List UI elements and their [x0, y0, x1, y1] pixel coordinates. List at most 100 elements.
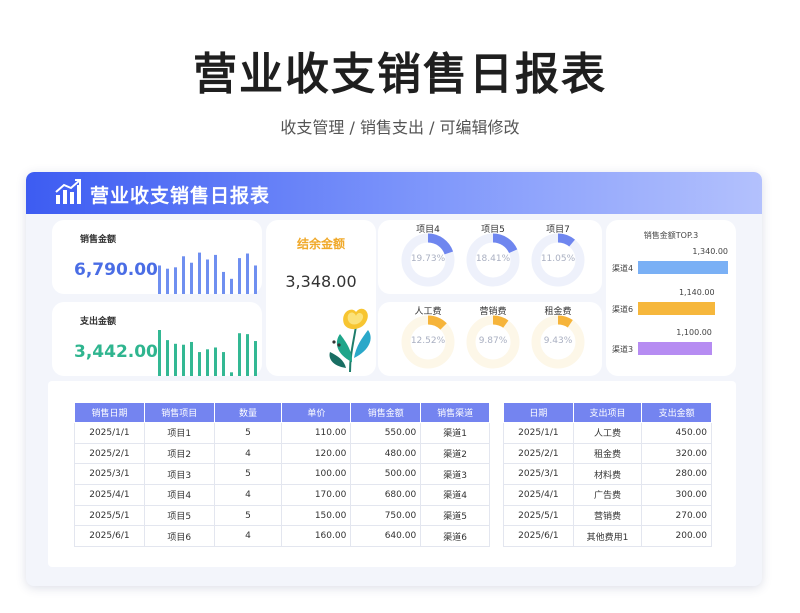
table-cell: 280.00: [641, 463, 712, 486]
sales-bar: [214, 254, 217, 294]
table-cell: 2025/5/1: [74, 504, 145, 527]
table-cell: 170.00: [281, 484, 352, 506]
table-cell: 项目1: [143, 422, 215, 444]
table-cell: 2025/4/1: [74, 484, 145, 506]
expense-item-donuts-card: 人工费 12.52% 营销费 9.87% 租金费 9.43%: [378, 302, 602, 376]
table-row: 2025/1/1 项目1 5 110.00 550.00 渠道1: [74, 422, 490, 444]
table-cell: 2025/2/1: [74, 442, 145, 465]
page-title: 营业收支销售日报表: [193, 49, 607, 100]
expense-bar-chart: [158, 330, 257, 376]
expense-table-header: 日期 支出项目 支出金额: [503, 402, 712, 423]
table-row: 2025/2/1 租金费 320.00: [503, 442, 712, 465]
expense-amount-value: 3,442.00: [74, 342, 158, 362]
top3-channel-name: 渠道6: [612, 305, 634, 314]
table-row: 2025/6/1 项目6 4 160.00 640.00 渠道6: [74, 525, 490, 548]
table-cell: 2025/3/1: [503, 463, 574, 486]
sales-donut-percent: 19.73%: [410, 254, 446, 264]
table-cell: 5: [213, 422, 283, 444]
table-cell: 5: [213, 504, 283, 527]
balance-label: 结余金额: [296, 237, 345, 251]
table-cell: 营销费: [572, 504, 643, 527]
table-cell: 项目6: [143, 525, 215, 548]
table-cell: 项目5: [143, 504, 215, 527]
table-cell: 渠道5: [420, 504, 490, 527]
table-cell: 550.00: [350, 422, 422, 444]
table-cell: 材料费: [572, 463, 643, 486]
top3-bar: [638, 302, 715, 315]
table-cell: 640.00: [350, 525, 422, 548]
tables-panel: 销售日期 销售项目 数量 单价 销售金额 销售渠道 2025/1/1 项目1 5 110.00 5…: [48, 381, 736, 567]
sales-bar: [166, 268, 169, 294]
sales-bar: [198, 252, 201, 294]
sales-top3-card: 销售金额TOP.3 1,340.00 渠道4 1,140.00 渠道6 1,100.00…: [606, 220, 736, 376]
flower-illustration: [329, 308, 371, 373]
table-row: 2025/4/1 项目4 4 170.00 680.00 渠道4: [74, 484, 490, 506]
table-cell: 4: [213, 442, 283, 465]
table-cell: 其他费用1: [572, 525, 643, 548]
table-cell: 2025/2/1: [503, 442, 574, 465]
sales-bar: [190, 262, 193, 294]
expense-bar: [158, 330, 161, 376]
sales-project-donuts-card: 项目4 19.73% 项目5 18.41% 项目7 11.05%: [378, 220, 602, 294]
table-cell: 680.00: [350, 484, 422, 506]
table-cell: 2025/3/1: [74, 463, 145, 486]
table-cell: 人工费: [572, 422, 643, 444]
balance-card: 结余金额 3,348.00: [266, 220, 376, 376]
table-header-cell: 数量: [213, 402, 283, 423]
table-cell: 2025/6/1: [503, 525, 574, 548]
sales-amount-label: 销售金额: [80, 235, 117, 245]
top3-title: 销售金额TOP.3: [643, 231, 699, 240]
sales-table: 销售日期 销售项目 数量 单价 销售金额 销售渠道 2025/1/1 项目1 5 110.00 5…: [74, 402, 490, 548]
table-row: 2025/3/1 项目3 5 100.00 500.00 渠道3: [74, 463, 490, 486]
expense-amount-card: 支出金额 3,442.00: [52, 302, 262, 376]
bar-chart-icon: [55, 179, 81, 204]
expense-bar: [246, 334, 249, 376]
table-header-cell: 销售金额: [350, 402, 422, 423]
top3-value: 1,140.00: [678, 288, 715, 297]
table-cell: 项目4: [143, 484, 215, 506]
expense-donut-percent: 9.43%: [543, 336, 573, 346]
table-cell: 2025/4/1: [503, 484, 574, 506]
table-cell: 项目2: [143, 442, 215, 465]
top3-bar: [638, 342, 712, 355]
sales-bar: [230, 278, 233, 294]
table-cell: 渠道1: [420, 422, 490, 444]
banner-title: 营业收支销售日报表: [90, 185, 271, 207]
expense-bar: [214, 347, 217, 376]
table-row: 2025/5/1 营销费 270.00: [503, 504, 712, 527]
table-header-cell: 支出项目: [572, 402, 643, 423]
table-row: 2025/3/1 材料费 280.00: [503, 463, 712, 486]
balance-value: 3,348.00: [285, 272, 357, 291]
expense-bar: [222, 352, 225, 376]
table-cell: 110.00: [281, 422, 352, 444]
sales-bar: [182, 256, 185, 294]
report-banner: 营业收支销售日报表: [26, 172, 762, 214]
expense-bar: [254, 341, 257, 376]
table-cell: 租金费: [572, 442, 643, 465]
expense-table: 日期 支出项目 支出金额 2025/1/1 人工费 450.00 2025/2/1 租金费 3…: [503, 402, 712, 548]
table-cell: 4: [213, 484, 283, 506]
expense-bar: [206, 349, 209, 376]
sales-bar: [206, 259, 209, 294]
sales-donut-percent: 11.05%: [540, 254, 576, 264]
table-cell: 480.00: [350, 442, 422, 465]
expense-donut-percent: 12.52%: [410, 336, 446, 346]
table-row: 2025/5/1 项目5 5 150.00 750.00 渠道5: [74, 504, 490, 527]
table-header-cell: 销售项目: [143, 402, 215, 423]
expense-amount-label: 支出金额: [80, 317, 117, 327]
sales-amount-value: 6,790.00: [74, 260, 158, 280]
expense-bar: [174, 343, 177, 376]
sales-bar: [174, 267, 177, 294]
table-cell: 渠道6: [420, 525, 490, 548]
table-cell: 2025/6/1: [74, 525, 145, 548]
sales-bar: [254, 265, 257, 294]
sales-bar: [158, 265, 161, 294]
top3-value: 1,100.00: [676, 328, 712, 337]
table-row: 2025/4/1 广告费 300.00: [503, 484, 712, 506]
expense-bar: [190, 341, 193, 376]
page-subtitle: 收支管理 / 销售支出 / 可编辑修改: [280, 118, 520, 137]
table-cell: 270.00: [641, 504, 712, 527]
table-cell: 4: [213, 525, 283, 548]
table-header-cell: 单价: [281, 402, 352, 423]
table-cell: 广告费: [572, 484, 643, 506]
